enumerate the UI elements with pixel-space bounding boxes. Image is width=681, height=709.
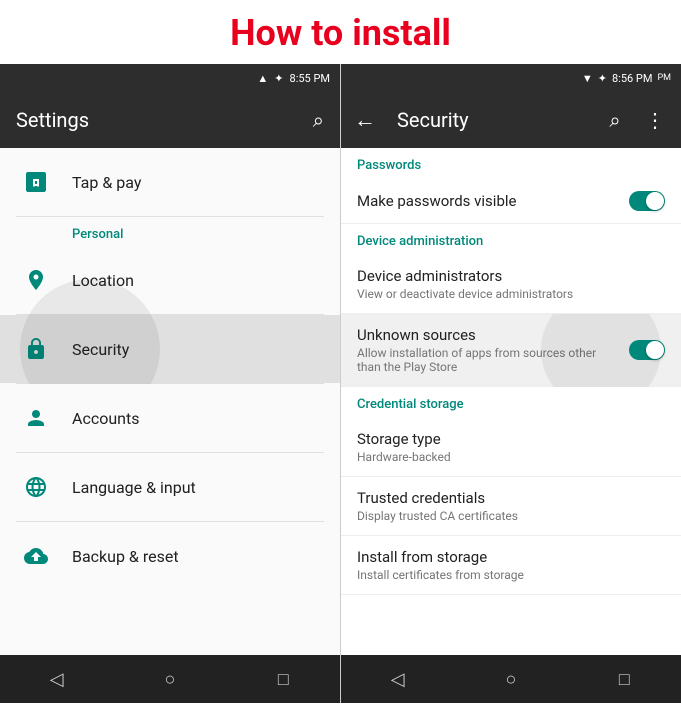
right-pm-label: PM <box>657 73 671 83</box>
make-passwords-toggle[interactable] <box>629 191 665 211</box>
right-bottom-nav: ◁ ○ □ <box>341 655 681 703</box>
backup-icon <box>16 536 56 576</box>
right-signal-icon: ✦ <box>598 72 607 85</box>
settings-item-tap-pay[interactable]: Tap & pay <box>0 148 340 216</box>
right-status-time: 8:56 PM <box>612 72 652 85</box>
left-bottom-nav: ◁ ○ □ <box>0 655 340 703</box>
trusted-credentials-title: Trusted credentials <box>357 489 665 507</box>
tap-pay-label: Tap & pay <box>72 173 141 192</box>
right-home-btn[interactable]: ○ <box>491 659 531 699</box>
settings-title: Settings <box>16 108 89 132</box>
location-label: Location <box>72 271 134 290</box>
make-passwords-toggle-knob <box>646 192 664 210</box>
install-from-storage-subtitle: Install certificates from storage <box>357 568 665 582</box>
settings-search-icon[interactable]: ⌕ <box>313 108 324 132</box>
settings-item-accounts[interactable]: Accounts <box>0 384 340 452</box>
left-home-btn[interactable]: ○ <box>150 659 190 699</box>
right-wifi-icon: ▼ <box>582 72 593 85</box>
right-back-btn[interactable]: ◁ <box>378 659 418 699</box>
tap-pay-icon <box>16 162 56 202</box>
storage-type-item[interactable]: Storage type Hardware-backed <box>341 418 681 477</box>
trusted-credentials-item[interactable]: Trusted credentials Display trusted CA c… <box>341 477 681 536</box>
install-from-storage-text: Install from storage Install certificate… <box>357 548 665 582</box>
accounts-label: Accounts <box>72 409 139 428</box>
phones-container: ▲ ✦ 8:55 PM Settings ⌕ Tap & pay Person <box>0 64 681 703</box>
install-from-storage-title: Install from storage <box>357 548 665 566</box>
unknown-sources-wrap: Unknown sources Allow installation of ap… <box>341 314 681 387</box>
left-recents-btn[interactable]: □ <box>263 659 303 699</box>
search-icon[interactable]: ⌕ <box>597 102 633 138</box>
device-admin-section-label: Device administration <box>341 224 681 255</box>
back-button[interactable]: ← <box>345 100 385 140</box>
left-panel: ▲ ✦ 8:55 PM Settings ⌕ Tap & pay Person <box>0 64 340 703</box>
storage-type-title: Storage type <box>357 430 665 448</box>
language-icon <box>16 467 56 507</box>
signal-icon: ✦ <box>274 72 283 85</box>
location-icon <box>16 260 56 300</box>
security-header: ← Security ⌕ ⋮ <box>341 92 681 148</box>
credential-storage-section-label: Credential storage <box>341 387 681 418</box>
more-options-icon[interactable]: ⋮ <box>637 102 673 138</box>
make-passwords-visible-item[interactable]: Make passwords visible <box>341 179 681 224</box>
device-administrators-title: Device administrators <box>357 267 665 285</box>
settings-item-language[interactable]: Language & input <box>0 453 340 521</box>
storage-type-subtitle: Hardware-backed <box>357 450 665 464</box>
settings-header: Settings ⌕ <box>0 92 340 148</box>
device-administrators-subtitle: View or deactivate device administrators <box>357 287 665 301</box>
section-personal: Personal <box>0 217 340 246</box>
left-status-time: 8:55 PM <box>290 72 330 85</box>
settings-item-location[interactable]: Location <box>0 246 340 314</box>
unknown-sources-toggle[interactable] <box>629 340 665 360</box>
make-passwords-visible-text: Make passwords visible <box>357 192 617 210</box>
right-panel: ▼ ✦ 8:56 PM PM ← Security ⌕ ⋮ Passwords … <box>340 64 681 703</box>
unknown-sources-subtitle: Allow installation of apps from sources … <box>357 346 617 374</box>
wifi-icon: ▲ <box>257 72 268 85</box>
header-actions: ⌕ ⋮ <box>597 102 673 138</box>
unknown-sources-title: Unknown sources <box>357 326 617 344</box>
left-back-btn[interactable]: ◁ <box>37 659 77 699</box>
storage-type-text: Storage type Hardware-backed <box>357 430 665 464</box>
unknown-sources-text: Unknown sources Allow installation of ap… <box>357 326 617 374</box>
page-title: How to install <box>0 0 681 64</box>
settings-list: Tap & pay Personal Location <box>0 148 340 655</box>
settings-item-backup[interactable]: Backup & reset <box>0 522 340 590</box>
device-administrators-item[interactable]: Device administrators View or deactivate… <box>341 255 681 314</box>
security-label: Security <box>72 340 129 359</box>
device-administrators-text: Device administrators View or deactivate… <box>357 267 665 301</box>
settings-item-security[interactable]: Security <box>0 315 340 383</box>
unknown-sources-toggle-knob <box>646 341 664 359</box>
passwords-section-label: Passwords <box>341 148 681 179</box>
security-content: Passwords Make passwords visible Device … <box>341 148 681 655</box>
language-label: Language & input <box>72 478 196 497</box>
security-page-title: Security <box>389 108 593 132</box>
unknown-sources-item[interactable]: Unknown sources Allow installation of ap… <box>341 314 681 387</box>
trusted-credentials-subtitle: Display trusted CA certificates <box>357 509 665 523</box>
make-passwords-visible-title: Make passwords visible <box>357 192 617 210</box>
backup-label: Backup & reset <box>72 547 179 566</box>
security-icon <box>16 329 56 369</box>
accounts-icon <box>16 398 56 438</box>
install-from-storage-item[interactable]: Install from storage Install certificate… <box>341 536 681 595</box>
right-recents-btn[interactable]: □ <box>604 659 644 699</box>
status-bar-left: ▲ ✦ 8:55 PM <box>0 64 340 92</box>
trusted-credentials-text: Trusted credentials Display trusted CA c… <box>357 489 665 523</box>
status-bar-right: ▼ ✦ 8:56 PM PM <box>341 64 681 92</box>
